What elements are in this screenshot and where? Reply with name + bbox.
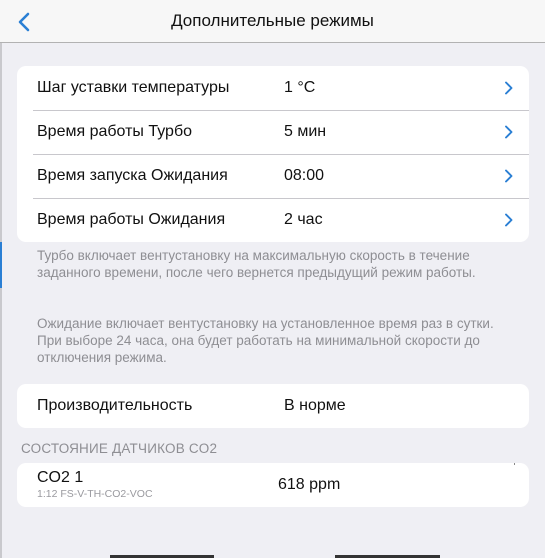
performance-row: Производительность В норме <box>17 384 529 428</box>
sensor-row-marker <box>514 463 515 465</box>
chevron-right-icon <box>505 125 513 139</box>
sensor-value: 618 ppm <box>278 476 341 493</box>
back-button[interactable] <box>12 9 36 35</box>
chevron-right-icon <box>505 169 513 183</box>
sensors-section-header: СОСТОЯНИЕ ДАТЧИКОВ CO2 <box>21 441 218 456</box>
setting-label: Время работы Ожидания <box>37 211 226 228</box>
chevron-right-icon <box>505 213 513 227</box>
sensors-group: CO2 1 1:12 FS-V-TH-CO2-VOC 618 ppm <box>17 463 529 507</box>
sensor-subtitle: 1:12 FS-V-TH-CO2-VOC <box>37 488 153 500</box>
setting-value: 2 час <box>284 211 323 228</box>
setting-value: 5 мин <box>284 123 327 140</box>
setting-row-turbo-time[interactable]: Время работы Турбо 5 мин <box>17 110 529 154</box>
page-title: Дополнительные режимы <box>171 11 374 30</box>
setting-row-standby-start[interactable]: Время запуска Ожидания 08:00 <box>17 154 529 198</box>
setting-value: 08:00 <box>284 167 325 184</box>
setting-row-temperature-step[interactable]: Шаг уставки температуры 1 °C <box>17 66 529 110</box>
standby-description: Ожидание включает вентустановку на устан… <box>37 316 494 365</box>
left-edge <box>0 0 2 558</box>
setting-label: Время работы Турбо <box>37 123 193 140</box>
performance-label: Производительность <box>37 397 193 414</box>
sensor-row[interactable]: CO2 1 1:12 FS-V-TH-CO2-VOC 618 ppm <box>17 463 529 507</box>
performance-value: В норме <box>284 397 346 414</box>
navigation-bar: Дополнительные режимы <box>0 0 545 43</box>
performance-group: Производительность В норме <box>17 384 529 428</box>
setting-label: Время запуска Ожидания <box>37 167 228 184</box>
setting-label: Шаг уставки температуры <box>37 79 230 96</box>
setting-row-standby-duration[interactable]: Время работы Ожидания 2 час <box>17 198 529 242</box>
setting-value: 1 °C <box>284 79 316 96</box>
turbo-description: Турбо включает вентустановку на максимал… <box>37 248 476 280</box>
chevron-left-icon <box>18 12 30 32</box>
sensor-name: CO2 1 <box>37 469 84 486</box>
settings-group: Шаг уставки температуры 1 °C Время работ… <box>17 66 529 242</box>
left-edge-accent <box>0 242 2 288</box>
chevron-right-icon <box>505 81 513 95</box>
